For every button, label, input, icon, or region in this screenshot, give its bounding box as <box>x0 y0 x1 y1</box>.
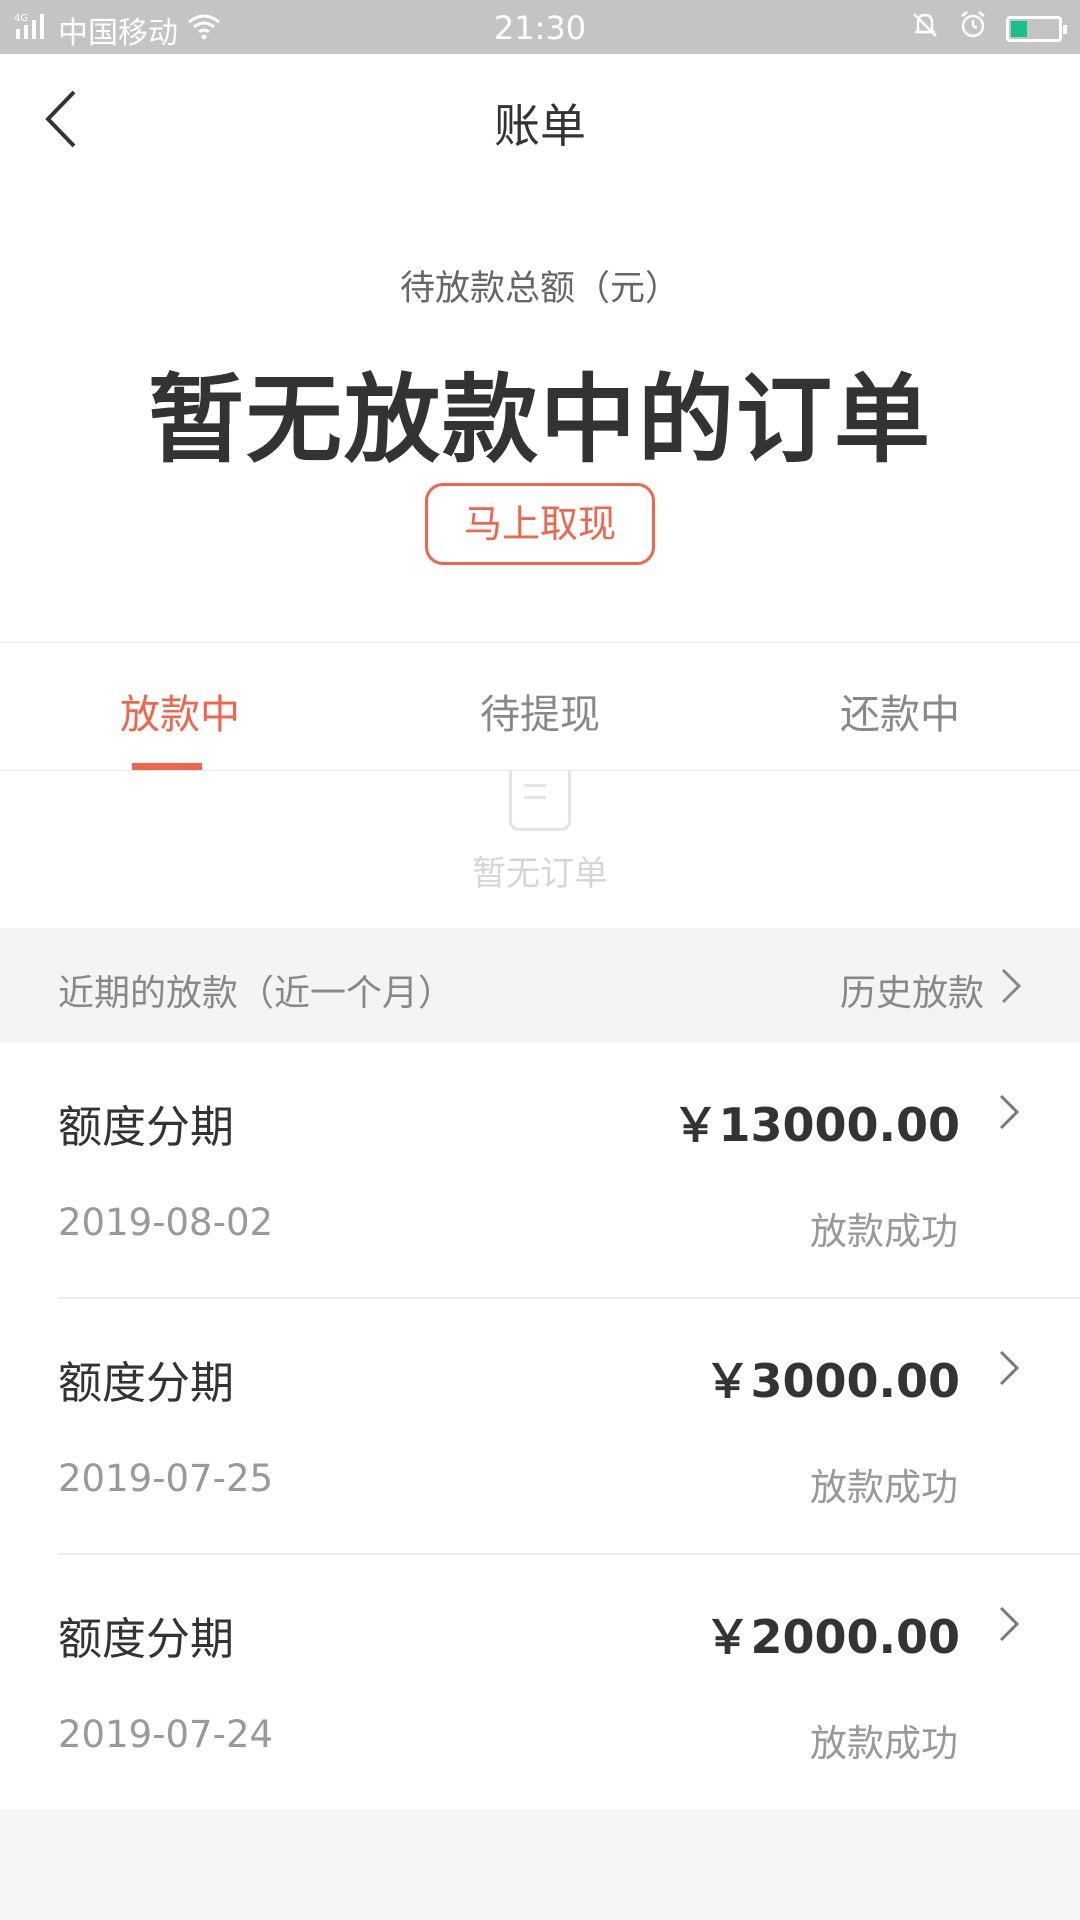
battery-icon <box>1006 16 1067 42</box>
empty-document-icon <box>509 771 571 831</box>
item-status: 放款成功 <box>810 1210 958 1253</box>
nav-bar: 账单 <box>0 54 1080 182</box>
tab-label: 还款中 <box>840 692 960 738</box>
chevron-right-icon <box>1000 967 1022 1014</box>
chevron-right-icon <box>998 1349 1020 1391</box>
chevron-right-icon <box>998 1093 1020 1135</box>
item-title: 额度分期 <box>58 1102 234 1153</box>
item-date: 2019-07-25 <box>58 1457 274 1500</box>
item-date: 2019-08-02 <box>58 1201 274 1244</box>
status-right <box>910 10 1067 48</box>
item-title: 额度分期 <box>58 1358 234 1409</box>
tab-label: 放款中 <box>120 692 240 738</box>
history-disbursement-link[interactable]: 历史放款 <box>840 964 1022 1016</box>
empty-state-text: 暂无订单 <box>472 854 608 894</box>
list-item[interactable]: 额度分期 ￥13000.00 2019-08-02 放款成功 <box>0 1043 1080 1299</box>
item-status: 放款成功 <box>810 1722 958 1765</box>
page-title: 账单 <box>494 99 586 153</box>
withdraw-now-button[interactable]: 马上取现 <box>425 483 655 565</box>
list-item[interactable]: 额度分期 ￥2000.00 2019-07-24 放款成功 <box>0 1555 1080 1811</box>
item-title: 额度分期 <box>58 1614 234 1665</box>
alarm-icon <box>958 10 988 48</box>
recent-section-header: 近期的放款（近一个月） 历史放款 <box>0 928 1080 1043</box>
history-link-label: 历史放款 <box>839 973 984 1014</box>
empty-state: 暂无订单 <box>0 771 1080 928</box>
item-amount: ￥3000.00 <box>704 1354 960 1408</box>
summary-card: 待放款总额（元） 暂无放款中的订单 马上取现 <box>0 182 1080 642</box>
no-orders-message: 暂无放款中的订单 <box>148 364 932 476</box>
tab-pending-withdrawal[interactable]: 待提现 <box>360 643 720 771</box>
pending-amount-label: 待放款总额（元） <box>399 269 680 309</box>
chevron-right-icon <box>998 1605 1020 1647</box>
item-date: 2019-07-24 <box>58 1713 274 1756</box>
list-item[interactable]: 额度分期 ￥3000.00 2019-07-25 放款成功 <box>0 1299 1080 1555</box>
recent-section-title: 近期的放款（近一个月） <box>58 973 455 1014</box>
item-status: 放款成功 <box>810 1466 958 1509</box>
tab-disbursing[interactable]: 放款中 <box>0 643 360 771</box>
item-amount: ￥13000.00 <box>672 1098 960 1152</box>
tab-repaying[interactable]: 还款中 <box>720 643 1080 771</box>
status-bar: 4G 中国移动 21:30 <box>0 0 1080 54</box>
tab-label: 待提现 <box>480 692 600 738</box>
item-amount: ￥2000.00 <box>704 1610 960 1664</box>
muted-bell-icon <box>910 10 940 48</box>
tab-bar: 放款中 待提现 还款中 <box>0 643 1080 771</box>
recent-disbursement-list: 额度分期 ￥13000.00 2019-08-02 放款成功 额度分期 ￥300… <box>0 1043 1080 1809</box>
